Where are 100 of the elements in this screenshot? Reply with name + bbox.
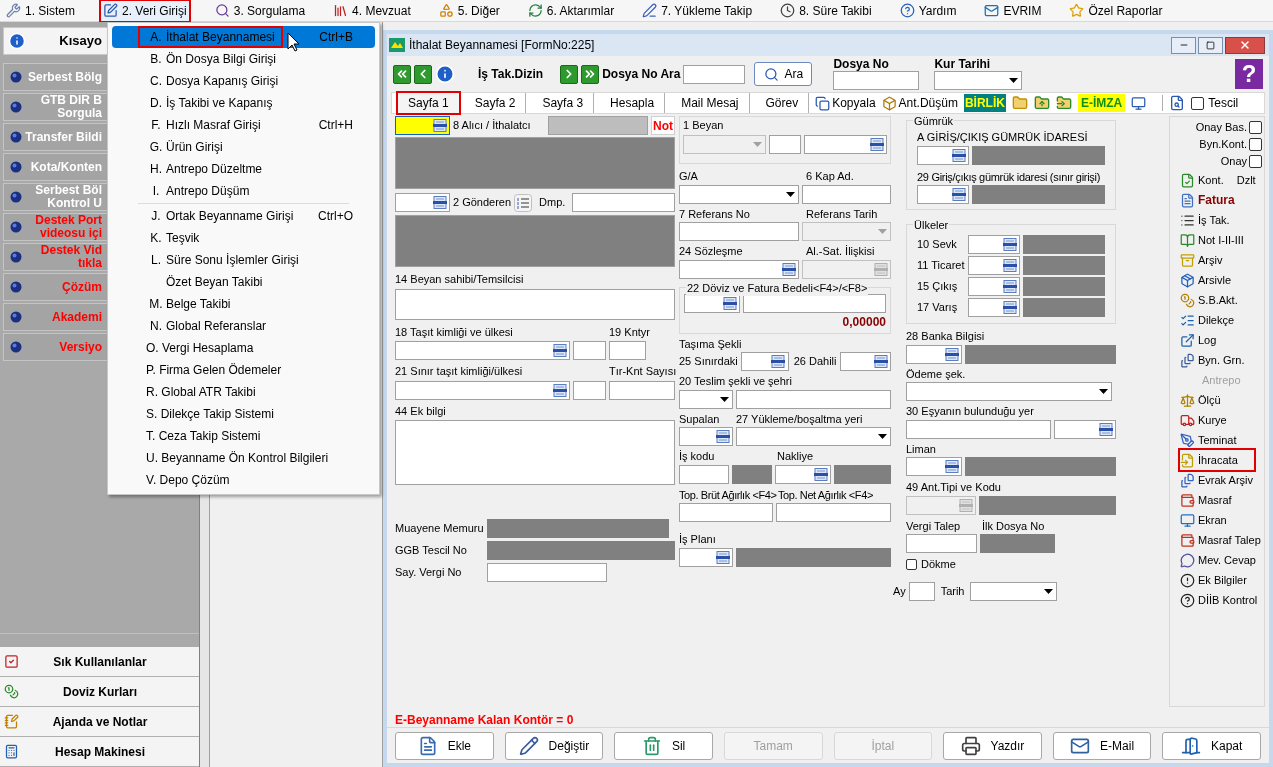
navigation-button[interactable] [560,64,579,84]
lookup-field[interactable] [906,495,976,515]
sidebar-button[interactable]: Sık Kullanılanlar [0,647,199,677]
menu-bar-item[interactable]: 1. Sistem [4,0,77,21]
dropdown-field[interactable] [802,222,891,241]
help-button[interactable]: ? [1235,59,1263,89]
toolbar-button[interactable]: Kopyala [815,94,876,112]
input-field[interactable] [609,380,675,400]
input-field[interactable] [776,503,891,522]
menu-item[interactable]: R. Global ATR Takibi [112,381,375,403]
lookup-button[interactable] [714,549,731,565]
menu-bar-item[interactable]: 6. Aktarımlar [525,0,617,21]
menu-bar-item[interactable]: 4. Mevzuat [331,0,413,21]
menu-item[interactable]: P. Firma Gelen Ödemeler [112,359,375,381]
tool-button[interactable]: Log [1180,330,1264,350]
checkbox[interactable] [1249,121,1262,134]
tool-button[interactable]: Masraf Talep [1180,530,1264,550]
tool-button[interactable]: Ek Bilgiler [1180,570,1264,590]
checkbox[interactable] [1249,155,1262,168]
lookup-button[interactable] [1097,421,1114,437]
input-field[interactable] [908,581,935,601]
tool-button[interactable]: Mev. Cevap [1180,550,1264,570]
tool-button[interactable]: Dilekçe [1180,310,1264,330]
tab[interactable]: Görev [755,93,810,113]
navigation-button[interactable] [393,64,411,84]
tool-button[interactable]: Kurye [1180,410,1264,430]
tool-button[interactable]: Kont. Dzlt [1180,170,1264,190]
lookup-field[interactable] [679,427,733,446]
action-button[interactable]: Sil [614,731,713,760]
lookup-button[interactable] [868,136,885,152]
input-field[interactable] [487,563,607,582]
lookup-button[interactable] [1001,237,1018,252]
lookup-button[interactable] [431,195,448,210]
menu-bar-item[interactable]: 7. Yükleme Takip [640,0,755,21]
lookup-button[interactable] [769,354,787,369]
dropdown-field[interactable] [736,427,891,446]
lookup-field[interactable] [395,116,450,135]
input-field[interactable] [679,503,773,522]
input-field[interactable] [679,222,799,241]
lookup-button[interactable] [872,354,889,369]
action-button[interactable]: Ekle [395,731,494,760]
menu-item[interactable]: A. İthalat Beyannamesi Ctrl+B [112,26,375,48]
lookup-button[interactable] [721,295,738,311]
navigation-button[interactable] [581,64,600,84]
menu-bar-item[interactable]: 3. Sorgulama [212,0,308,21]
tool-button[interactable]: Masraf [1180,490,1264,510]
tool-button[interactable]: Not I-II-III [1180,230,1264,250]
lookup-button[interactable] [431,118,448,133]
menu-bar-item[interactable]: 5. Diğer [436,0,502,21]
lookup-field[interactable] [679,259,799,279]
lookup-field[interactable] [917,185,969,204]
lookup-field[interactable] [906,457,962,476]
menu-item[interactable]: U. Beyanname Ön Kontrol Bilgileri [112,447,375,469]
navigation-button[interactable] [414,64,432,84]
menu-item[interactable]: V. Depo Çözüm [112,469,375,491]
dropdown-field[interactable] [679,184,799,204]
info-button[interactable] [435,64,455,84]
tool-button[interactable]: Arsivle [1180,270,1264,290]
input-field[interactable] [802,184,891,204]
toolbar-button[interactable]: Ant.Düşüm [881,94,958,112]
tab[interactable]: Sayfa 1 [398,93,459,113]
menu-item[interactable]: T. Ceza Takip Sistemi [112,425,375,447]
action-button[interactable]: Değiştir [504,731,604,760]
menu-bar-item[interactable]: 8. Süre Takibi [778,0,874,21]
lookup-button[interactable] [943,346,960,362]
tool-button[interactable]: Evrak Arşiv [1180,470,1264,490]
tool-button[interactable]: Fatura [1180,190,1264,210]
lookup-button[interactable] [812,466,829,482]
checkbox[interactable] [1191,96,1205,110]
numbered-list-icon[interactable] [514,193,533,212]
lookup-field[interactable] [395,380,570,400]
tool-button[interactable]: S.B.Akt. [1180,290,1264,310]
sidebar-button[interactable]: Ajanda ve Notlar [0,707,199,737]
input-field[interactable] [609,341,646,360]
checkbox[interactable] [1249,138,1262,151]
menu-item[interactable]: S. Dilekçe Takip Sistemi [112,403,375,425]
dropdown-field[interactable] [970,581,1058,601]
input-field[interactable] [679,464,729,484]
dropdown-field[interactable] [906,382,1112,401]
maximize-button[interactable] [1198,36,1223,54]
folder-icon[interactable] [1011,95,1028,111]
input-field[interactable] [906,419,1051,439]
menu-bar-item[interactable]: 2. Veri Girişi [101,0,189,21]
lookup-field[interactable] [775,464,831,484]
sidebar-button[interactable]: Doviz Kurları [0,677,199,707]
lookup-field[interactable] [740,352,789,371]
close-button[interactable] [1225,36,1265,54]
input-field[interactable] [769,134,801,154]
lookup-field[interactable] [802,259,891,279]
menu-bar-item[interactable]: EVRIM [982,0,1044,21]
folder-icon[interactable] [1055,95,1072,111]
monitor-icon[interactable] [1131,95,1147,111]
tab[interactable]: Sayfa 3 [532,93,595,113]
dropdown-field[interactable] [934,71,1023,90]
lookup-field[interactable] [395,341,570,360]
menu-bar-item[interactable]: Yardım [897,0,959,21]
action-button[interactable]: Kapat [1162,731,1261,760]
note-button[interactable]: Not [651,116,675,135]
tool-button[interactable]: Byn. Grn. [1180,350,1264,370]
folder-icon[interactable] [1033,95,1050,111]
